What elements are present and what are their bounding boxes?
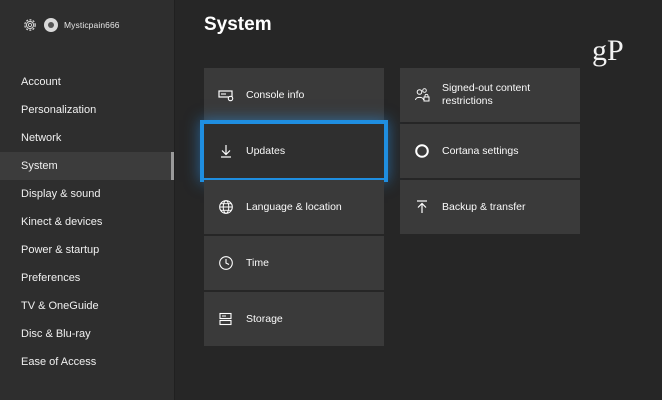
- site-logo-watermark: gP: [592, 34, 624, 67]
- tile-updates[interactable]: Updates: [200, 120, 388, 182]
- tile-label: Updates: [246, 144, 286, 157]
- sidebar: Mysticpain666 Account Personalization Ne…: [0, 0, 175, 400]
- tile-cortana-settings[interactable]: Cortana settings: [400, 124, 580, 178]
- tile-label: Console info: [246, 88, 305, 101]
- tile-label: Time: [246, 256, 269, 269]
- download-arrow-icon: [218, 143, 234, 159]
- tile-signed-out-content-restrictions[interactable]: Signed-out content restrictions: [400, 68, 580, 122]
- upload-arrow-icon: [414, 199, 430, 215]
- sidebar-item-preferences[interactable]: Preferences: [0, 264, 174, 292]
- tile-backup-transfer[interactable]: Backup & transfer: [400, 180, 580, 234]
- console-info-icon: [218, 87, 234, 103]
- sidebar-item-kinect-devices[interactable]: Kinect & devices: [0, 208, 174, 236]
- sidebar-item-system[interactable]: System: [0, 152, 174, 180]
- sidebar-item-display-sound[interactable]: Display & sound: [0, 180, 174, 208]
- sidebar-item-network[interactable]: Network: [0, 124, 174, 152]
- clock-icon: [218, 255, 234, 271]
- tile-time[interactable]: Time: [204, 236, 384, 290]
- tile-label: Cortana settings: [442, 144, 519, 157]
- sidebar-item-disc-bluray[interactable]: Disc & Blu-ray: [0, 320, 174, 348]
- tile-label: Signed-out content restrictions: [442, 82, 531, 107]
- sidebar-item-tv-oneguide[interactable]: TV & OneGuide: [0, 292, 174, 320]
- sidebar-item-power-startup[interactable]: Power & startup: [0, 236, 174, 264]
- tile-label: Backup & transfer: [442, 200, 526, 213]
- sidebar-item-account[interactable]: Account: [0, 68, 174, 96]
- sidebar-item-ease-of-access[interactable]: Ease of Access: [0, 348, 174, 376]
- cortana-circle-icon: [414, 143, 430, 159]
- settings-nav: Account Personalization Network System D…: [0, 68, 174, 376]
- profile-bar[interactable]: Mysticpain666: [22, 16, 120, 34]
- tile-label: Language & location: [246, 200, 342, 213]
- globe-icon: [218, 199, 234, 215]
- tile-label: Storage: [246, 312, 283, 325]
- people-lock-icon: [414, 87, 430, 103]
- storage-icon: [218, 311, 234, 327]
- tile-console-info[interactable]: Console info: [204, 68, 384, 122]
- tile-storage[interactable]: Storage: [204, 292, 384, 346]
- page-title: System: [204, 14, 272, 35]
- avatar[interactable]: [44, 18, 58, 32]
- tile-language-location[interactable]: Language & location: [204, 180, 384, 234]
- main-panel: System gP Console info Updates Language …: [175, 0, 662, 400]
- sidebar-item-personalization[interactable]: Personalization: [0, 96, 174, 124]
- gear-icon[interactable]: [22, 17, 38, 33]
- gamertag: Mysticpain666: [64, 20, 120, 30]
